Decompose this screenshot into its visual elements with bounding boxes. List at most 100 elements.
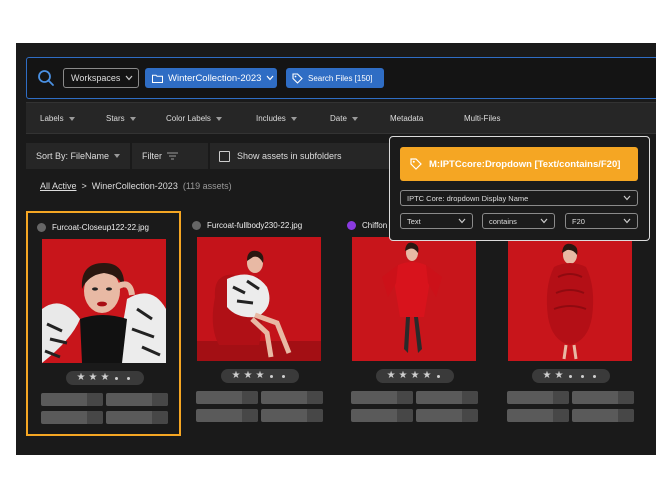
metadata-field[interactable] [196, 409, 258, 422]
empty-star-dot[interactable] [127, 376, 131, 380]
metadata-field[interactable] [416, 391, 478, 404]
star-icon[interactable]: ★ [100, 373, 109, 383]
search-bar[interactable]: Workspaces WinterCollection-2023 Search … [26, 57, 656, 99]
filter-stars[interactable]: Stars [106, 114, 136, 123]
empty-star-dot[interactable] [437, 374, 441, 378]
search-files-label: Search Files [150] [308, 73, 373, 83]
star-icon[interactable]: ★ [411, 371, 420, 381]
filter-color-labels[interactable]: Color Labels [166, 114, 222, 123]
metadata-field[interactable] [572, 391, 634, 404]
empty-star-dot[interactable] [270, 374, 274, 378]
color-label-dot[interactable] [347, 221, 356, 230]
sort-label: Sort By: FileName [36, 151, 110, 161]
star-icon[interactable]: ★ [89, 373, 98, 383]
star-rating[interactable]: ★ ★ ★ [221, 369, 299, 383]
asset-card[interactable]: Furcoat-fullbody230-22.jpg ★ ★ ★ [183, 211, 338, 436]
asset-thumbnail[interactable] [352, 237, 476, 361]
filter-includes[interactable]: Includes [256, 114, 297, 123]
metadata-field[interactable] [572, 409, 634, 422]
value-select[interactable]: F20 [565, 213, 638, 229]
value-select-value: F20 [572, 216, 585, 226]
asset-card[interactable]: ★ ★ [494, 211, 649, 436]
collection-dropdown[interactable]: WinterCollection-2023 [145, 68, 277, 88]
metadata-field[interactable] [41, 411, 103, 424]
asset-thumbnail[interactable] [197, 237, 321, 361]
empty-star-dot[interactable] [282, 374, 286, 378]
star-icon[interactable]: ★ [244, 371, 253, 381]
metadata-field[interactable] [261, 409, 323, 422]
metadata-field[interactable] [351, 409, 413, 422]
star-icon[interactable]: ★ [232, 371, 241, 381]
star-icon[interactable]: ★ [77, 373, 86, 383]
metadata-field[interactable] [507, 409, 569, 422]
filter-button[interactable]: Filter [132, 143, 208, 169]
metadata-field[interactable] [507, 391, 569, 404]
asset-card[interactable]: Furcoat-Closeup122-22.jpg ★ ★ ★ [26, 211, 181, 436]
caret-down-icon [114, 154, 121, 158]
metadata-fields [41, 393, 169, 429]
filter-label: Includes [256, 114, 286, 123]
metadata-field[interactable] [106, 393, 168, 406]
metadata-tag-pill[interactable]: M:IPTCcore:Dropdown [Text/contains/F20] [400, 147, 638, 181]
asset-thumbnail[interactable] [42, 239, 166, 363]
asset-card[interactable]: Chiffon ★ ★ ★ ★ [338, 211, 493, 436]
operator-select[interactable]: contains [482, 213, 555, 229]
filter-label: Filter [142, 151, 162, 161]
type-select[interactable]: Text [400, 213, 473, 229]
field-select[interactable]: IPTC Core: dropdown Display Name [400, 190, 638, 206]
tag-icon [410, 158, 422, 170]
color-label-dot[interactable] [192, 221, 201, 230]
asset-filename: Furcoat-Closeup122-22.jpg [52, 223, 149, 232]
star-icon[interactable]: ★ [399, 371, 408, 381]
metadata-field[interactable] [196, 391, 258, 404]
caret-down-icon [215, 116, 222, 121]
metadata-tag-label: M:IPTCcore:Dropdown [Text/contains/F20] [429, 158, 621, 170]
fullbody-image [197, 237, 321, 361]
star-rating[interactable]: ★ ★ ★ ★ [376, 369, 454, 383]
empty-star-dot[interactable] [593, 374, 597, 378]
operator-select-value: contains [489, 216, 517, 226]
chevron-down-icon [267, 75, 274, 81]
workspaces-dropdown[interactable]: Workspaces [63, 68, 139, 88]
breadcrumb: All Active > WinerCollection-2023 (119 a… [40, 181, 232, 191]
search-files-button[interactable]: Search Files [150] [286, 68, 384, 88]
card-header: Furcoat-fullbody230-22.jpg [192, 221, 302, 230]
filter-metadata[interactable]: Metadata [390, 114, 423, 123]
red-coat-image [508, 237, 632, 361]
empty-star-dot[interactable] [581, 374, 585, 378]
star-icon[interactable]: ★ [555, 371, 564, 381]
metadata-field[interactable] [416, 409, 478, 422]
search-icon[interactable] [37, 69, 55, 87]
empty-star-dot[interactable] [115, 376, 119, 380]
filter-multi-files[interactable]: Multi-Files [464, 114, 500, 123]
asset-count: (119 assets) [182, 181, 232, 191]
filter-label: Labels [40, 114, 64, 123]
metadata-field[interactable] [351, 391, 413, 404]
portrait-image [42, 239, 166, 363]
filter-label: Date [330, 114, 347, 123]
metadata-field[interactable] [41, 393, 103, 406]
breadcrumb-root-link[interactable]: All Active [40, 181, 77, 191]
star-icon[interactable]: ★ [422, 371, 431, 381]
star-icon[interactable]: ★ [255, 371, 264, 381]
caret-down-icon [68, 116, 75, 121]
asset-thumbnail[interactable] [508, 237, 632, 361]
metadata-field[interactable] [106, 411, 168, 424]
metadata-field[interactable] [261, 391, 323, 404]
asset-filename: Furcoat-fullbody230-22.jpg [207, 221, 303, 230]
subfolders-toggle[interactable]: Show assets in subfolders [210, 143, 396, 169]
star-rating[interactable]: ★ ★ [532, 369, 610, 383]
star-icon[interactable]: ★ [387, 371, 396, 381]
subfolders-label: Show assets in subfolders [237, 151, 342, 161]
star-rating[interactable]: ★ ★ ★ [66, 371, 144, 385]
sort-dropdown[interactable]: Sort By: FileName [26, 143, 130, 169]
filter-date[interactable]: Date [330, 114, 358, 123]
filter-labels[interactable]: Labels [40, 114, 75, 123]
collection-label: WinterCollection-2023 [168, 72, 262, 84]
color-label-dot[interactable] [37, 223, 46, 232]
subfolders-checkbox[interactable] [219, 150, 230, 162]
empty-star-dot[interactable] [569, 374, 573, 378]
dress-image [352, 237, 476, 361]
star-icon[interactable]: ★ [543, 371, 552, 381]
caret-down-icon [351, 116, 358, 121]
